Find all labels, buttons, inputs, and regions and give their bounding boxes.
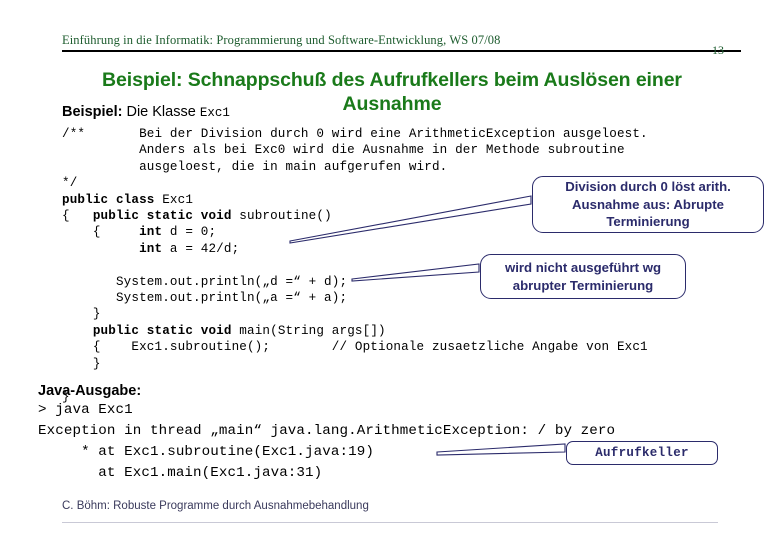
code-line: } xyxy=(62,306,648,322)
callout-aufrufkeller: Aufrufkeller xyxy=(566,441,718,465)
code-text: main(String args[]) xyxy=(239,323,386,338)
footer-divider xyxy=(62,522,718,523)
code-line: Anders als bei Exc0 wird die Ausnahme in… xyxy=(62,142,648,158)
slide-canvas: Einführung in die Informatik: Programmie… xyxy=(0,0,780,540)
subtitle: Beispiel: Die Klasse Exc1 xyxy=(62,104,230,120)
slide-number: 13 xyxy=(712,43,724,57)
code-text: { Exc1.subroutine(); // Optionale zusaet… xyxy=(62,340,648,355)
output-listing: > java Exc1 Exception in thread „main“ ja… xyxy=(38,400,615,484)
output-label: Java-Ausgabe: xyxy=(38,383,142,399)
code-keyword: int xyxy=(139,241,170,256)
code-line: public static void main(String args[]) xyxy=(62,323,648,339)
output-line: at Exc1.main(Exc1.java:31) xyxy=(38,465,323,481)
code-text: { xyxy=(62,209,93,224)
code-text: /** Bei der Division durch 0 wird eine A… xyxy=(62,127,648,141)
header-divider xyxy=(62,50,718,52)
code-text: System.out.println(„d =“ + d); xyxy=(62,274,348,289)
code-line: ausgeloest, die in main aufgerufen wird. xyxy=(62,159,648,175)
subtitle-class-name: Exc1 xyxy=(199,106,230,120)
code-keyword: int xyxy=(139,225,170,240)
code-line xyxy=(62,372,648,388)
code-text: Exc1 xyxy=(162,192,194,207)
code-line: } xyxy=(62,356,648,372)
output-line: * at Exc1.subroutine(Exc1.java:19) xyxy=(38,444,374,460)
code-text: a = 42/d; xyxy=(169,241,240,256)
callout-nicht-ausgefuehrt: wird nicht ausgeführt wg abrupter Termin… xyxy=(480,254,686,299)
output-line: > java Exc1 xyxy=(38,402,133,418)
footer-text: C. Böhm: Robuste Programme durch Ausnahm… xyxy=(62,500,369,512)
code-text: { xyxy=(62,225,140,240)
callout-division-durch-null: Division durch 0 löst arith. Ausnahme au… xyxy=(532,176,764,233)
code-text: subroutine() xyxy=(239,209,332,224)
code-keyword: public static void xyxy=(92,323,240,338)
code-line: { Exc1.subroutine(); // Optionale zusaet… xyxy=(62,339,648,355)
code-text: } xyxy=(62,307,101,322)
course-header: Einführung in die Informatik: Programmie… xyxy=(62,33,501,47)
output-line: Exception in thread „main“ java.lang.Ari… xyxy=(38,423,616,439)
code-text: ausgeloest, die in main aufgerufen wird. xyxy=(62,159,448,174)
code-text: d = 0; xyxy=(169,225,217,240)
code-keyword: public class xyxy=(62,192,163,207)
code-text: */ xyxy=(62,176,78,191)
code-text: System.out.println(„a =“ + a); xyxy=(62,291,348,306)
code-line: /** Bei der Division durch 0 wird eine A… xyxy=(62,126,648,142)
code-text: } xyxy=(62,356,101,371)
subtitle-plain: Die Klasse xyxy=(122,104,200,120)
code-keyword: public static void xyxy=(92,209,240,224)
subtitle-bold: Beispiel: xyxy=(62,104,123,120)
code-text: Anders als bei Exc0 wird die Ausnahme in… xyxy=(62,143,625,158)
